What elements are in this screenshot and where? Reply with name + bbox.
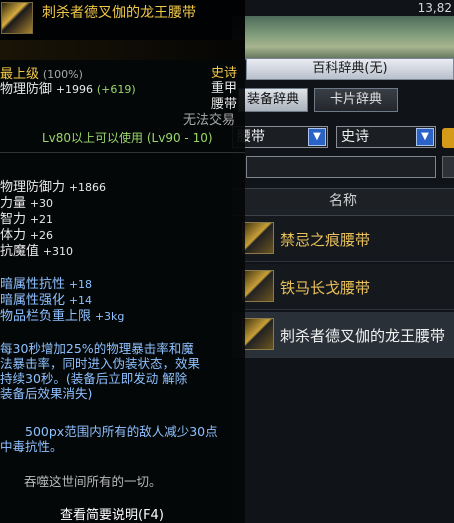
- window-title: 百科辞典(无): [246, 58, 454, 80]
- list-item[interactable]: 铁马长戈腰带: [232, 264, 454, 310]
- rarity-label: 史诗: [211, 66, 238, 81]
- belt-icon: [242, 222, 274, 254]
- stat-line: 物理防御力 +1866: [0, 180, 106, 195]
- stat-label: 智力: [0, 212, 27, 227]
- view-summary-link[interactable]: 查看简要说明(F4): [60, 504, 164, 523]
- stat-value: +21: [29, 213, 54, 226]
- stat-value: +30: [29, 197, 54, 210]
- search-input[interactable]: [246, 156, 436, 178]
- encyclopedia-window: 13,82 百科辞典(无) 装备辞典 卡片辞典 腰带 ▼ 史诗 ▼ 名称 禁忌之…: [232, 0, 454, 523]
- belt-icon: [1, 2, 33, 34]
- stat-label: 体力: [0, 228, 27, 243]
- stat-label: 暗属性强化: [0, 293, 66, 308]
- armor-type: 重甲: [211, 81, 238, 96]
- help-button[interactable]: [442, 128, 454, 148]
- belt-icon: [242, 270, 274, 302]
- stat-label: 物品栏负重上限: [0, 309, 92, 324]
- item-name: 禁忌之痕腰带: [280, 231, 371, 249]
- flavor-text: 吞噬这世间所有的一切。: [24, 474, 162, 489]
- phys-def-bonus: (+619): [96, 83, 136, 96]
- stat-line: 力量 +30: [0, 196, 53, 211]
- description-line: 法暴击率，同时进入伪装状态，效果: [0, 356, 201, 371]
- stat-label: 物理防御力: [0, 180, 66, 195]
- rarity-select-value: 史诗: [341, 129, 369, 145]
- tab-cards[interactable]: 卡片辞典: [314, 88, 398, 112]
- item-title: 刺杀者德叉伽的龙王腰带: [42, 5, 196, 21]
- stat-line: 智力 +21: [0, 212, 53, 227]
- stat-value: +1866: [68, 181, 107, 194]
- item-name: 刺杀者德叉伽的龙王腰带: [280, 327, 446, 345]
- phys-def-value: +1996: [55, 83, 94, 96]
- stat-line: 抗魔值 +310: [0, 244, 73, 259]
- skill-description: 每30秒增加25%的物理暴击率和魔 法暴击率，同时进入伪装状态，效果 持续30秒…: [0, 341, 230, 401]
- slot-type: 腰带: [211, 97, 238, 112]
- header-ribbon: [0, 40, 245, 60]
- stat-line: 体力 +26: [0, 228, 53, 243]
- item-tooltip: 刺杀者德叉伽的龙王腰带 最上级 (100%) 史诗 物理防御 +1996 (+6…: [0, 0, 245, 523]
- description-line: 每30秒增加25%的物理暴击率和魔: [0, 341, 194, 356]
- tab-equipment[interactable]: 装备辞典: [238, 88, 308, 112]
- grade-line: 最上级 (100%): [0, 67, 83, 82]
- stat-value: +3kg: [94, 310, 125, 323]
- aura-description: 500px范围内所有的敌人减少30点中毒抗性。: [0, 424, 218, 454]
- trade-status: 无法交易: [183, 113, 236, 128]
- stat-value: +18: [68, 278, 93, 291]
- counter-text: 13,82: [417, 1, 452, 15]
- item-name: 铁马长戈腰带: [280, 279, 371, 297]
- description-line: 装备后效果消失): [0, 386, 93, 401]
- stat-line: 暗属性强化 +14: [0, 293, 92, 308]
- stat-line: 暗属性抗性 +18: [0, 277, 92, 292]
- chevron-down-icon[interactable]: ▼: [308, 128, 326, 146]
- column-header-name: 名称: [232, 188, 454, 216]
- stat-value: +14: [68, 294, 93, 307]
- stat-value: +310: [42, 245, 74, 258]
- rarity-select[interactable]: 史诗 ▼: [336, 126, 436, 148]
- divider: [0, 152, 245, 153]
- stat-label: 力量: [0, 196, 27, 211]
- search-button[interactable]: [442, 156, 454, 178]
- part-select[interactable]: 腰带 ▼: [232, 126, 328, 148]
- grade-percent: (100%): [42, 68, 83, 81]
- stat-line: 物品栏负重上限 +3kg: [0, 309, 124, 324]
- list-item[interactable]: 禁忌之痕腰带: [232, 216, 454, 262]
- phys-def-line: 物理防御 +1996 (+619): [0, 82, 136, 97]
- grade-label: 最上级: [0, 67, 40, 82]
- stat-label: 暗属性抗性: [0, 277, 66, 292]
- window-banner-image: [232, 16, 454, 60]
- list-item-selected[interactable]: 刺杀者德叉伽的龙王腰带: [232, 312, 454, 358]
- chevron-down-icon[interactable]: ▼: [416, 128, 434, 146]
- description-line: 持续30秒。(装备后立即发动 解除: [0, 371, 188, 386]
- phys-def-label: 物理防御: [0, 82, 53, 97]
- level-requirement: Lv80以上可以使用 (Lv90 - 10): [42, 131, 213, 145]
- stat-value: +26: [29, 229, 54, 242]
- stat-label: 抗魔值: [0, 244, 40, 259]
- belt-icon: [242, 318, 274, 350]
- tooltip-header: 刺杀者德叉伽的龙王腰带: [0, 0, 245, 40]
